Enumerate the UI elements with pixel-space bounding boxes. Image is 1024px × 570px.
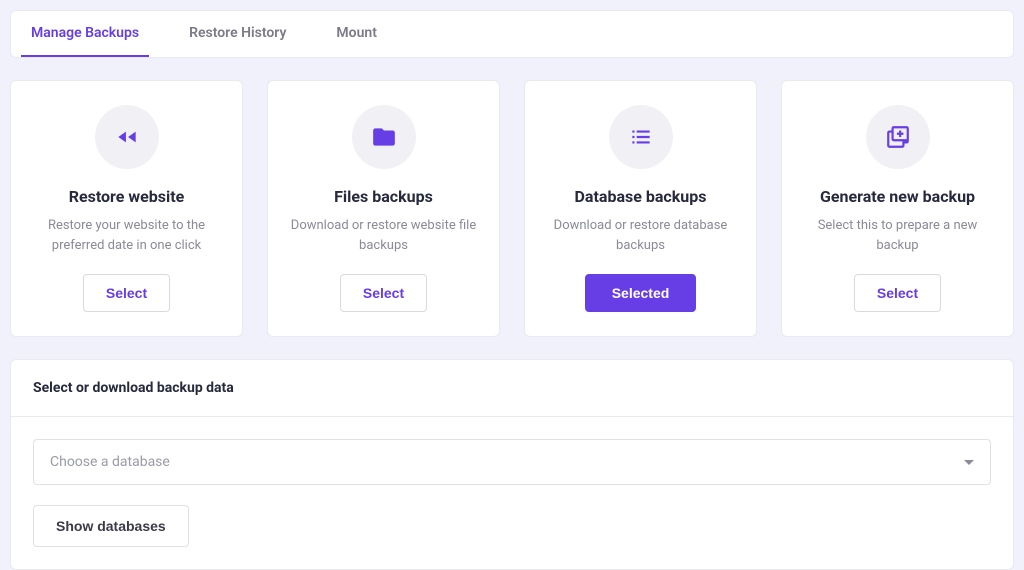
- card-desc: Select this to prepare a new backup: [796, 216, 999, 256]
- select-files-button[interactable]: Select: [340, 274, 427, 312]
- database-select[interactable]: Choose a database: [33, 439, 991, 485]
- tab-manage-backups[interactable]: Manage Backups: [21, 11, 149, 57]
- card-restore-website: Restore website Restore your website to …: [10, 80, 243, 337]
- cards-row: Restore website Restore your website to …: [10, 80, 1014, 337]
- selected-database-button[interactable]: Selected: [585, 274, 697, 312]
- card-title: Database backups: [575, 187, 707, 206]
- card-desc: Download or restore database backups: [539, 216, 742, 256]
- select-generate-button[interactable]: Select: [854, 274, 941, 312]
- copy-plus-icon: [866, 105, 930, 169]
- tab-bar: Manage Backups Restore History Mount: [10, 10, 1014, 58]
- select-download-panel: Select or download backup data Choose a …: [10, 359, 1014, 570]
- select-placeholder: Choose a database: [50, 454, 170, 470]
- chevron-down-icon: [964, 460, 974, 465]
- folder-icon: [352, 105, 416, 169]
- card-desc: Download or restore website file backups: [282, 216, 485, 256]
- list-icon: [609, 105, 673, 169]
- select-restore-button[interactable]: Select: [83, 274, 170, 312]
- show-databases-button[interactable]: Show databases: [33, 505, 189, 547]
- card-database-backups: Database backups Download or restore dat…: [524, 80, 757, 337]
- tab-mount[interactable]: Mount: [326, 11, 387, 57]
- tab-restore-history[interactable]: Restore History: [179, 11, 296, 57]
- card-files-backups: Files backups Download or restore websit…: [267, 80, 500, 337]
- card-title: Files backups: [334, 187, 433, 206]
- card-generate-backup: Generate new backup Select this to prepa…: [781, 80, 1014, 337]
- card-desc: Restore your website to the preferred da…: [25, 216, 228, 256]
- section-body: Choose a database Show databases: [11, 417, 1013, 569]
- rewind-icon: [95, 105, 159, 169]
- card-title: Restore website: [69, 187, 185, 206]
- section-header: Select or download backup data: [11, 360, 1013, 417]
- card-title: Generate new backup: [820, 187, 975, 206]
